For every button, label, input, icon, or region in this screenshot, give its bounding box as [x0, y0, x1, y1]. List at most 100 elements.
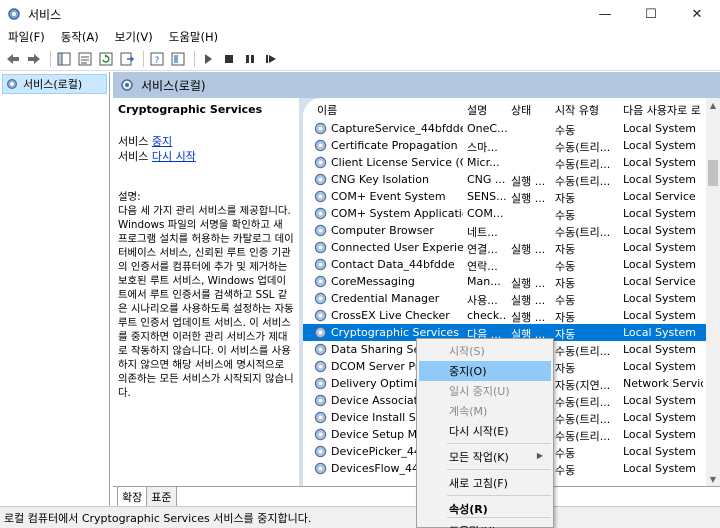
context-menu-label: 계속(M) [449, 405, 488, 418]
service-description: 설명: 다음 세 가지 관리 서비스를 제공합니다. Windows 파일의 서… [118, 190, 294, 400]
context-menu-label: 도움말(H) [449, 523, 496, 528]
column-header-status[interactable]: 상태 [511, 102, 531, 118]
context-menu-item-refresh[interactable]: 새로 고침(F) [419, 473, 551, 493]
service-startup-type: 수동(트리... [555, 396, 611, 409]
forward-arrow-icon[interactable] [25, 50, 43, 68]
tab-extended[interactable]: 확장 [117, 487, 148, 508]
minimize-button[interactable]: — [582, 0, 628, 28]
tab-standard[interactable]: 표준 [146, 487, 177, 508]
menu-file[interactable]: 파일(F) [0, 29, 53, 45]
title-bar: 서비스 — ☐ ✕ [0, 0, 720, 28]
scroll-down-icon[interactable]: ▼ [706, 472, 720, 486]
column-header-startup-type[interactable]: 시작 유형 [555, 102, 599, 118]
console-tree-icon[interactable] [55, 50, 73, 68]
table-row[interactable]: CoreMessaging Man... 실행 ... 자동 Local Service [303, 273, 706, 290]
service-name: Contact Data_44bfdde [331, 258, 455, 271]
table-row[interactable]: Computer Browser 네트... 수동(트리... Local Syste… [303, 222, 706, 239]
context-menu-item-pause[interactable]: 일시 중지(U) [419, 381, 551, 401]
service-startup-type: 자동 [555, 362, 576, 375]
service-startup-type: 자동 [555, 328, 576, 341]
service-logon-as: Local System [623, 207, 697, 220]
service-startup-type: 수동(트리... [555, 413, 611, 426]
table-row[interactable]: Contact Data_44bfdde 연락... 수동 Local System [303, 256, 706, 273]
scroll-thumb[interactable] [708, 160, 718, 186]
context-menu-item-start[interactable]: 시작(S) [419, 341, 551, 361]
pause-icon[interactable] [241, 50, 259, 68]
service-name: CoreMessaging [331, 275, 415, 288]
list-header: 이름 설명 상태 시작 유형 다음 사용자로 로 [303, 98, 720, 120]
service-gear-icon [314, 394, 327, 407]
vertical-scrollbar[interactable]: ▲ ▼ [706, 98, 720, 486]
export-icon[interactable] [118, 50, 136, 68]
context-menu-item-resume[interactable]: 계속(M) [419, 401, 551, 421]
column-header-name[interactable]: 이름 [317, 102, 337, 118]
menu-action[interactable]: 동작(A) [53, 29, 107, 45]
restart-service-link[interactable]: 다시 시작 [152, 150, 196, 163]
service-startup-type: 자동 [555, 243, 576, 256]
console-icon[interactable] [169, 50, 187, 68]
help-icon[interactable]: ? [148, 50, 166, 68]
services-gear-icon [121, 79, 133, 91]
table-row[interactable]: CrossEX Live Checker check... 실행 ... 자동 Loca… [303, 307, 706, 324]
scroll-up-icon[interactable]: ▲ [706, 98, 720, 112]
table-row[interactable]: CaptureService_44bfdde OneC... 수동 Local Sys… [303, 120, 706, 137]
service-gear-icon [314, 377, 327, 390]
context-menu-item-properties[interactable]: 속성(R) [419, 499, 551, 519]
tree-item-services-local[interactable]: 서비스(로컬) [2, 74, 107, 94]
table-row[interactable]: CNG Key Isolation CNG ... 실행 ... 수동(트리... Lo… [303, 171, 706, 188]
service-gear-icon [314, 411, 327, 424]
table-row[interactable]: COM+ System Application COM... 수동 Local Sys… [303, 205, 706, 222]
service-startup-type: 자동(지연... [555, 379, 611, 392]
window-title: 서비스 [28, 7, 62, 22]
service-description-cell: Micr... [467, 156, 500, 169]
menu-bar: 파일(F) 동작(A) 보기(V) 도움말(H) [0, 28, 720, 46]
service-description-cell: SENS... [467, 190, 507, 203]
service-logon-as: Local System [623, 173, 697, 186]
play-icon[interactable] [199, 50, 217, 68]
service-gear-icon [314, 258, 327, 271]
service-gear-icon [314, 122, 327, 135]
menu-view[interactable]: 보기(V) [107, 29, 161, 45]
context-menu-separator [447, 443, 551, 444]
service-startup-type: 자동 [555, 277, 576, 290]
service-gear-icon [314, 462, 327, 475]
service-description-cell: 스마... [467, 141, 498, 154]
svg-text:?: ? [155, 56, 160, 66]
context-menu-label: 일시 중지(U) [449, 385, 510, 398]
service-logon-as: Local System [623, 241, 697, 254]
context-menu-item-stop[interactable]: 중지(O) [419, 361, 551, 381]
context-menu-item-all-tasks[interactable]: 모든 작업(K) ▶ [419, 447, 551, 467]
context-menu-item-help[interactable]: 도움말(H) [419, 521, 551, 528]
table-row[interactable]: Credential Manager 사용... 실행 ... 수동 Local Sys… [303, 290, 706, 307]
description-label: 설명: [118, 191, 141, 203]
maximize-button[interactable]: ☐ [628, 0, 674, 28]
service-name: CrossEX Live Checker [331, 309, 450, 322]
stop-icon[interactable] [220, 50, 238, 68]
close-button[interactable]: ✕ [674, 0, 720, 28]
properties-icon[interactable] [76, 50, 94, 68]
refresh-icon[interactable] [97, 50, 115, 68]
service-description-cell: Man... [467, 275, 501, 288]
table-row[interactable]: Certificate Propagation 스마... 수동(트리... Loca… [303, 137, 706, 154]
service-gear-icon [314, 190, 327, 203]
table-row[interactable]: Client License Service (ClipS... Micr... 수… [303, 154, 706, 171]
back-arrow-icon[interactable] [4, 50, 22, 68]
service-status: 실행 ... [511, 294, 546, 307]
table-row[interactable]: COM+ Event System SENS... 실행 ... 자동 Local Se… [303, 188, 706, 205]
service-logon-as: Local System [623, 411, 697, 424]
service-logon-as: Local System [623, 360, 697, 373]
stop-service-link[interactable]: 중지 [152, 135, 172, 148]
status-text: 로컬 컴퓨터에서 Cryptographic Services 서비스를 중지합… [4, 511, 312, 525]
table-row[interactable]: Connected User Experiences... 연결... 실행 ...… [303, 239, 706, 256]
service-name: Computer Browser [331, 224, 434, 237]
toolbar-separator [50, 50, 51, 67]
context-menu-separator [447, 495, 551, 496]
service-status: 실행 ... [511, 277, 546, 290]
restart-icon[interactable] [262, 50, 280, 68]
toolbar-separator [143, 50, 144, 67]
column-header-logon-as[interactable]: 다음 사용자로 로 [623, 102, 703, 118]
column-header-description[interactable]: 설명 [467, 102, 487, 118]
context-menu-label: 시작(S) [449, 345, 485, 358]
menu-help[interactable]: 도움말(H) [161, 29, 226, 45]
context-menu-item-restart[interactable]: 다시 시작(E) [419, 421, 551, 441]
